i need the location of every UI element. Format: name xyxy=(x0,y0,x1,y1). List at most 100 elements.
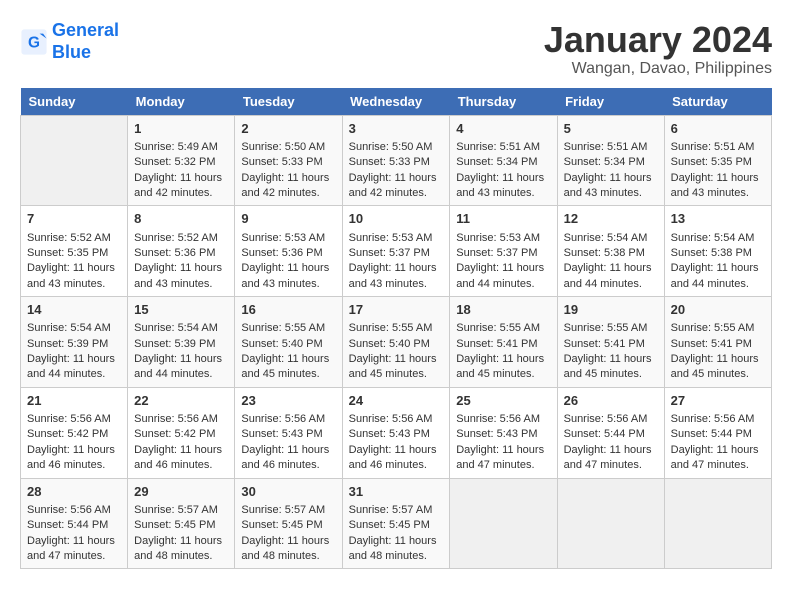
logo-icon: G xyxy=(20,28,48,56)
calendar-cell: 17 Sunrise: 5:55 AM Sunset: 5:40 PM Dayli… xyxy=(342,297,450,388)
day-number: 30 xyxy=(241,483,335,501)
day-info: Sunrise: 5:54 AM Sunset: 5:39 PM Dayligh… xyxy=(27,321,121,383)
day-info: Sunrise: 5:53 AM Sunset: 5:37 PM Dayligh… xyxy=(349,231,444,293)
day-header-friday: Friday xyxy=(557,88,664,116)
day-number: 28 xyxy=(27,483,121,501)
day-info: Sunrise: 5:56 AM Sunset: 5:44 PM Dayligh… xyxy=(671,412,765,474)
calendar-cell: 18Sunrise: 5:55 AM Sunset: 5:41 PM Dayli… xyxy=(450,297,557,388)
calendar-cell xyxy=(557,478,664,569)
day-number: 11 xyxy=(456,210,550,228)
week-row-3: 14 Sunrise: 5:54 AM Sunset: 5:39 PM Dayli… xyxy=(21,297,772,388)
calendar-cell: 11Sunrise: 5:53 AM Sunset: 5:37 PM Dayli… xyxy=(450,206,557,297)
logo-text: General Blue xyxy=(52,20,119,63)
day-number: 9 xyxy=(241,210,335,228)
calendar-cell: 21 Sunrise: 5:56 AM Sunset: 5:42 PM Dayli… xyxy=(21,387,128,478)
day-number: 23 xyxy=(241,392,335,410)
day-info: Sunrise: 5:56 AM Sunset: 5:42 PM Dayligh… xyxy=(27,412,121,474)
day-number: 14 xyxy=(27,301,121,319)
week-row-1: 1 Sunrise: 5:49 AM Sunset: 5:32 PM Daylig… xyxy=(21,115,772,206)
day-number: 12 xyxy=(564,210,658,228)
day-number: 10 xyxy=(349,210,444,228)
day-number: 24 xyxy=(349,392,444,410)
calendar-cell xyxy=(450,478,557,569)
day-number: 22 xyxy=(134,392,228,410)
day-number: 16 xyxy=(241,301,335,319)
day-info: Sunrise: 5:57 AM Sunset: 5:45 PM Dayligh… xyxy=(134,503,228,565)
calendar-body: 1 Sunrise: 5:49 AM Sunset: 5:32 PM Daylig… xyxy=(21,115,772,569)
day-info: Sunrise: 5:56 AM Sunset: 5:42 PM Dayligh… xyxy=(134,412,228,474)
day-info: Sunrise: 5:55 AM Sunset: 5:41 PM Dayligh… xyxy=(564,321,658,383)
calendar-cell xyxy=(21,115,128,206)
calendar-cell: 10 Sunrise: 5:53 AM Sunset: 5:37 PM Dayli… xyxy=(342,206,450,297)
calendar-title: January 2024 xyxy=(544,20,772,60)
calendar-cell: 7 Sunrise: 5:52 AM Sunset: 5:35 PM Daylig… xyxy=(21,206,128,297)
day-info: Sunrise: 5:55 AM Sunset: 5:41 PM Dayligh… xyxy=(671,321,765,383)
calendar-cell: 13Sunrise: 5:54 AM Sunset: 5:38 PM Dayli… xyxy=(664,206,771,297)
day-info: Sunrise: 5:50 AM Sunset: 5:33 PM Dayligh… xyxy=(349,140,444,202)
day-info: Sunrise: 5:57 AM Sunset: 5:45 PM Dayligh… xyxy=(241,503,335,565)
day-number: 13 xyxy=(671,210,765,228)
svg-text:G: G xyxy=(28,34,40,51)
day-number: 15 xyxy=(134,301,228,319)
day-number: 19 xyxy=(564,301,658,319)
day-info: Sunrise: 5:55 AM Sunset: 5:40 PM Dayligh… xyxy=(349,321,444,383)
day-info: Sunrise: 5:50 AM Sunset: 5:33 PM Dayligh… xyxy=(241,140,335,202)
day-header-wednesday: Wednesday xyxy=(342,88,450,116)
calendar-table: SundayMondayTuesdayWednesdayThursdayFrid… xyxy=(20,88,772,570)
day-number: 7 xyxy=(27,210,121,228)
day-number: 27 xyxy=(671,392,765,410)
title-block: January 2024 Wangan, Davao, Philippines xyxy=(544,20,772,78)
calendar-cell: 27 Sunrise: 5:56 AM Sunset: 5:44 PM Dayli… xyxy=(664,387,771,478)
calendar-subtitle: Wangan, Davao, Philippines xyxy=(544,60,772,78)
day-number: 29 xyxy=(134,483,228,501)
day-number: 20 xyxy=(671,301,765,319)
day-info: Sunrise: 5:51 AM Sunset: 5:34 PM Dayligh… xyxy=(456,140,550,202)
day-number: 18 xyxy=(456,301,550,319)
calendar-cell: 26 Sunrise: 5:56 AM Sunset: 5:44 PM Dayli… xyxy=(557,387,664,478)
day-info: Sunrise: 5:56 AM Sunset: 5:43 PM Dayligh… xyxy=(349,412,444,474)
calendar-cell: 6Sunrise: 5:51 AM Sunset: 5:35 PM Daylig… xyxy=(664,115,771,206)
calendar-cell: 24 Sunrise: 5:56 AM Sunset: 5:43 PM Dayli… xyxy=(342,387,450,478)
calendar-cell: 9Sunrise: 5:53 AM Sunset: 5:36 PM Daylig… xyxy=(235,206,342,297)
calendar-cell: 8 Sunrise: 5:52 AM Sunset: 5:36 PM Daylig… xyxy=(128,206,235,297)
day-number: 8 xyxy=(134,210,228,228)
day-number: 31 xyxy=(349,483,444,501)
day-info: Sunrise: 5:56 AM Sunset: 5:43 PM Dayligh… xyxy=(241,412,335,474)
calendar-cell: 25Sunrise: 5:56 AM Sunset: 5:43 PM Dayli… xyxy=(450,387,557,478)
day-header-saturday: Saturday xyxy=(664,88,771,116)
day-number: 21 xyxy=(27,392,121,410)
calendar-cell: 2 Sunrise: 5:50 AM Sunset: 5:33 PM Daylig… xyxy=(235,115,342,206)
logo-line1: General xyxy=(52,20,119,40)
calendar-cell: 23 Sunrise: 5:56 AM Sunset: 5:43 PM Dayli… xyxy=(235,387,342,478)
calendar-cell: 4Sunrise: 5:51 AM Sunset: 5:34 PM Daylig… xyxy=(450,115,557,206)
day-number: 2 xyxy=(241,120,335,138)
calendar-cell: 1 Sunrise: 5:49 AM Sunset: 5:32 PM Daylig… xyxy=(128,115,235,206)
day-number: 1 xyxy=(134,120,228,138)
calendar-cell xyxy=(664,478,771,569)
day-info: Sunrise: 5:56 AM Sunset: 5:44 PM Dayligh… xyxy=(27,503,121,565)
week-row-2: 7 Sunrise: 5:52 AM Sunset: 5:35 PM Daylig… xyxy=(21,206,772,297)
days-of-week-row: SundayMondayTuesdayWednesdayThursdayFrid… xyxy=(21,88,772,116)
day-number: 26 xyxy=(564,392,658,410)
day-info: Sunrise: 5:52 AM Sunset: 5:36 PM Dayligh… xyxy=(134,231,228,293)
day-info: Sunrise: 5:51 AM Sunset: 5:34 PM Dayligh… xyxy=(564,140,658,202)
day-info: Sunrise: 5:49 AM Sunset: 5:32 PM Dayligh… xyxy=(134,140,228,202)
day-number: 5 xyxy=(564,120,658,138)
calendar-cell: 14 Sunrise: 5:54 AM Sunset: 5:39 PM Dayli… xyxy=(21,297,128,388)
day-info: Sunrise: 5:57 AM Sunset: 5:45 PM Dayligh… xyxy=(349,503,444,565)
logo-line2: Blue xyxy=(52,42,119,64)
day-info: Sunrise: 5:52 AM Sunset: 5:35 PM Dayligh… xyxy=(27,231,121,293)
day-info: Sunrise: 5:56 AM Sunset: 5:44 PM Dayligh… xyxy=(564,412,658,474)
day-header-sunday: Sunday xyxy=(21,88,128,116)
day-info: Sunrise: 5:56 AM Sunset: 5:43 PM Dayligh… xyxy=(456,412,550,474)
calendar-cell: 22 Sunrise: 5:56 AM Sunset: 5:42 PM Dayli… xyxy=(128,387,235,478)
calendar-cell: 15Sunrise: 5:54 AM Sunset: 5:39 PM Dayli… xyxy=(128,297,235,388)
day-header-tuesday: Tuesday xyxy=(235,88,342,116)
page-header: G General Blue January 2024 Wangan, Dava… xyxy=(20,20,772,78)
calendar-cell: 5 Sunrise: 5:51 AM Sunset: 5:34 PM Daylig… xyxy=(557,115,664,206)
calendar-cell: 31 Sunrise: 5:57 AM Sunset: 5:45 PM Dayli… xyxy=(342,478,450,569)
day-header-thursday: Thursday xyxy=(450,88,557,116)
day-header-monday: Monday xyxy=(128,88,235,116)
day-info: Sunrise: 5:51 AM Sunset: 5:35 PM Dayligh… xyxy=(671,140,765,202)
day-number: 17 xyxy=(349,301,444,319)
